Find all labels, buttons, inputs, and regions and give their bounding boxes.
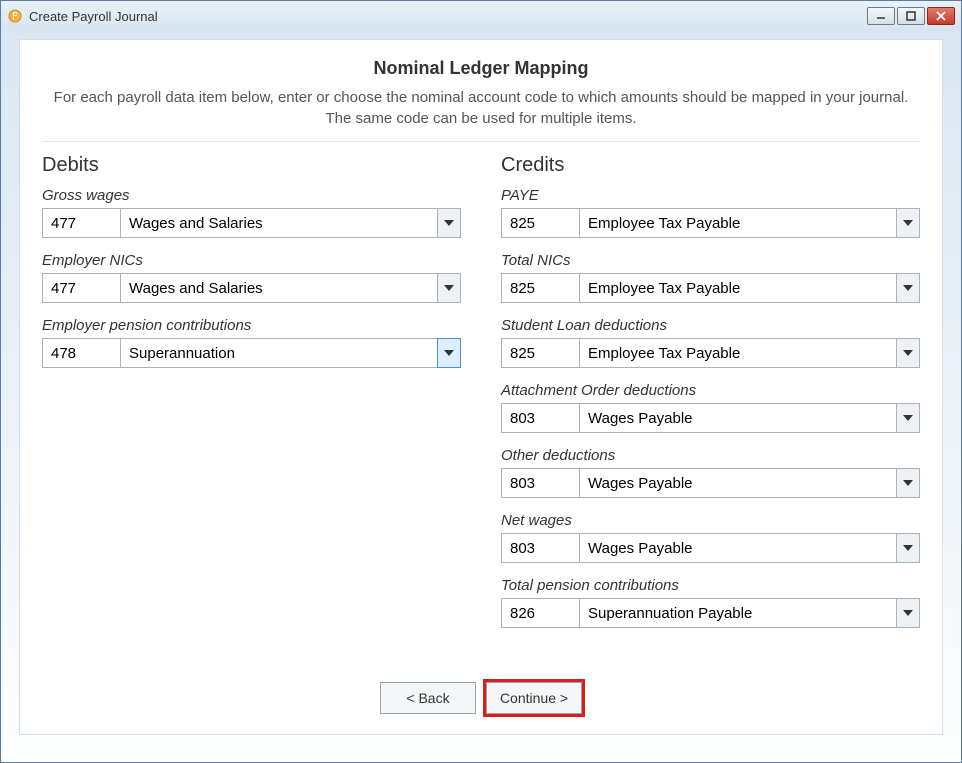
- chevron-down-icon: [444, 220, 454, 226]
- debits-field: Gross wages: [42, 187, 461, 238]
- wizard-footer: < Back Continue >: [42, 682, 920, 714]
- account-dropdown-button[interactable]: [896, 403, 920, 433]
- debits-field: Employer pension contributions: [42, 317, 461, 368]
- page-title: Nominal Ledger Mapping: [42, 58, 920, 79]
- chevron-down-icon: [903, 415, 913, 421]
- account-dropdown-button[interactable]: [896, 208, 920, 238]
- window-buttons: [867, 7, 955, 25]
- page-description-1: For each payroll data item below, enter …: [42, 89, 920, 106]
- credits-field: Attachment Order deductions: [501, 382, 920, 433]
- account-name-input[interactable]: [579, 468, 896, 498]
- field-label: Total pension contributions: [501, 577, 920, 594]
- account-code-input[interactable]: [42, 273, 120, 303]
- debits-column: Debits Gross wages Employer NICs Employer …: [42, 154, 461, 642]
- back-button[interactable]: < Back: [380, 682, 476, 714]
- chevron-down-icon: [903, 285, 913, 291]
- account-code-input[interactable]: [501, 208, 579, 238]
- account-name-input[interactable]: [579, 598, 896, 628]
- credits-field: Student Loan deductions: [501, 317, 920, 368]
- debits-field: Employer NICs: [42, 252, 461, 303]
- field-row: [501, 598, 920, 628]
- field-label: Employer pension contributions: [42, 317, 461, 334]
- chevron-down-icon: [903, 545, 913, 551]
- account-code-input[interactable]: [501, 273, 579, 303]
- account-name-input[interactable]: [120, 208, 437, 238]
- field-label: Total NICs: [501, 252, 920, 269]
- field-row: [42, 208, 461, 238]
- credits-field: Other deductions: [501, 447, 920, 498]
- field-label: Net wages: [501, 512, 920, 529]
- credits-field: Net wages: [501, 512, 920, 563]
- close-button[interactable]: [927, 7, 955, 25]
- maximize-button[interactable]: [897, 7, 925, 25]
- credits-field: Total NICs: [501, 252, 920, 303]
- app-icon: [7, 8, 23, 24]
- account-dropdown-button[interactable]: [437, 208, 461, 238]
- field-row: [501, 208, 920, 238]
- minimize-button[interactable]: [867, 7, 895, 25]
- account-dropdown-button[interactable]: [896, 468, 920, 498]
- credits-column: Credits PAYE Total NICs Student Loan deduc…: [501, 154, 920, 642]
- field-row: [501, 403, 920, 433]
- credits-field: Total pension contributions: [501, 577, 920, 628]
- account-dropdown-button[interactable]: [896, 533, 920, 563]
- account-dropdown-button[interactable]: [896, 273, 920, 303]
- account-dropdown-button[interactable]: [437, 338, 461, 368]
- field-label: Attachment Order deductions: [501, 382, 920, 399]
- field-row: [42, 273, 461, 303]
- divider: [42, 141, 920, 142]
- field-row: [501, 468, 920, 498]
- field-label: Student Loan deductions: [501, 317, 920, 334]
- account-code-input[interactable]: [501, 403, 579, 433]
- debits-heading: Debits: [42, 154, 461, 177]
- columns: Debits Gross wages Employer NICs Employer …: [42, 154, 920, 642]
- chevron-down-icon: [903, 610, 913, 616]
- field-row: [501, 533, 920, 563]
- account-name-input[interactable]: [579, 273, 896, 303]
- account-name-input[interactable]: [579, 533, 896, 563]
- chevron-down-icon: [903, 480, 913, 486]
- account-code-input[interactable]: [501, 533, 579, 563]
- continue-button[interactable]: Continue >: [486, 682, 582, 714]
- account-dropdown-button[interactable]: [437, 273, 461, 303]
- field-row: [42, 338, 461, 368]
- titlebar: Create Payroll Journal: [1, 1, 961, 31]
- page-description-2: The same code can be used for multiple i…: [42, 110, 920, 127]
- account-dropdown-button[interactable]: [896, 338, 920, 368]
- credits-heading: Credits: [501, 154, 920, 177]
- chevron-down-icon: [444, 350, 454, 356]
- field-label: Gross wages: [42, 187, 461, 204]
- chevron-down-icon: [903, 220, 913, 226]
- field-label: Other deductions: [501, 447, 920, 464]
- account-name-input[interactable]: [579, 208, 896, 238]
- account-name-input[interactable]: [579, 403, 896, 433]
- account-dropdown-button[interactable]: [896, 598, 920, 628]
- account-name-input[interactable]: [120, 338, 437, 368]
- field-row: [501, 273, 920, 303]
- chevron-down-icon: [903, 350, 913, 356]
- content-panel: Nominal Ledger Mapping For each payroll …: [19, 39, 943, 735]
- account-name-input[interactable]: [120, 273, 437, 303]
- credits-field: PAYE: [501, 187, 920, 238]
- account-code-input[interactable]: [501, 338, 579, 368]
- field-label: Employer NICs: [42, 252, 461, 269]
- account-code-input[interactable]: [501, 598, 579, 628]
- account-code-input[interactable]: [42, 338, 120, 368]
- account-code-input[interactable]: [501, 468, 579, 498]
- account-name-input[interactable]: [579, 338, 896, 368]
- field-row: [501, 338, 920, 368]
- account-code-input[interactable]: [42, 208, 120, 238]
- chevron-down-icon: [444, 285, 454, 291]
- window-title: Create Payroll Journal: [29, 9, 867, 24]
- field-label: PAYE: [501, 187, 920, 204]
